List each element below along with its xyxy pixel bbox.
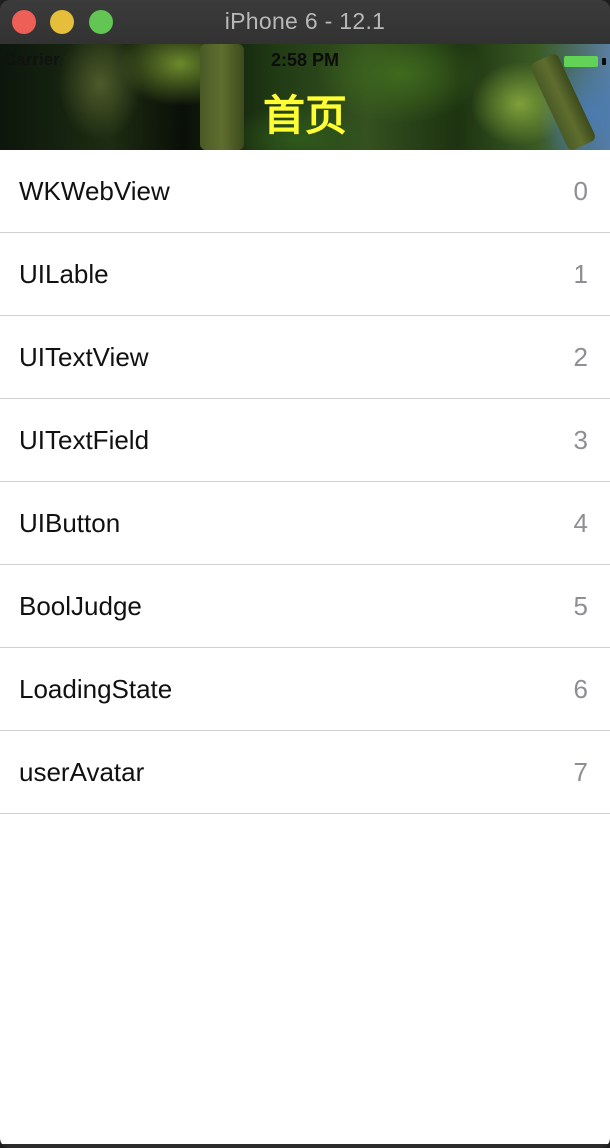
page-title: 首页 xyxy=(262,91,347,140)
table-row-booljudge[interactable]: BoolJudge 5 xyxy=(0,565,610,648)
table-row-loadingstate[interactable]: LoadingState 6 xyxy=(0,648,610,731)
table-row-uilable[interactable]: UILable 1 xyxy=(0,233,610,316)
row-title: UITextView xyxy=(19,342,149,372)
device-screen: Carrier 2:58 PM 首页 WKWebView 0 UILable 1… xyxy=(0,44,610,1144)
row-title: LoadingState xyxy=(19,674,173,704)
row-index: 2 xyxy=(573,342,588,372)
table-view[interactable]: WKWebView 0 UILable 1 UITextView 2 UITex… xyxy=(0,150,610,814)
row-index: 3 xyxy=(573,425,588,455)
window-titlebar: iPhone 6 - 12.1 xyxy=(0,0,610,45)
table-row-useravatar[interactable]: userAvatar 7 xyxy=(0,731,610,814)
row-title: BoolJudge xyxy=(19,591,142,621)
window-title: iPhone 6 - 12.1 xyxy=(224,8,386,34)
row-index: 1 xyxy=(573,259,588,289)
battery-tip-icon xyxy=(602,58,606,65)
simulator-window: iPhone 6 - 12.1 Carrier 2:58 PM 首页 WKWeb… xyxy=(0,0,610,1148)
row-title: UILable xyxy=(19,259,109,289)
row-index: 6 xyxy=(573,674,588,704)
row-index: 7 xyxy=(573,757,588,787)
row-index: 0 xyxy=(573,176,588,206)
table-row-uitextview[interactable]: UITextView 2 xyxy=(0,316,610,399)
row-title: WKWebView xyxy=(19,176,170,206)
table-row-uibutton[interactable]: UIButton 4 xyxy=(0,482,610,565)
window-bottom-edge xyxy=(0,1144,610,1148)
row-index: 5 xyxy=(573,591,588,621)
row-index: 4 xyxy=(573,508,588,538)
status-time: 2:58 PM xyxy=(270,50,340,70)
battery-icon xyxy=(564,56,598,67)
navigation-bar: Carrier 2:58 PM 首页 xyxy=(0,44,610,150)
table-row-uitextfield[interactable]: UITextField 3 xyxy=(0,399,610,482)
row-title: userAvatar xyxy=(19,757,145,787)
row-title: UIButton xyxy=(19,508,121,538)
row-title: UITextField xyxy=(19,425,150,455)
table-row-wkwebview[interactable]: WKWebView 0 xyxy=(0,150,610,233)
